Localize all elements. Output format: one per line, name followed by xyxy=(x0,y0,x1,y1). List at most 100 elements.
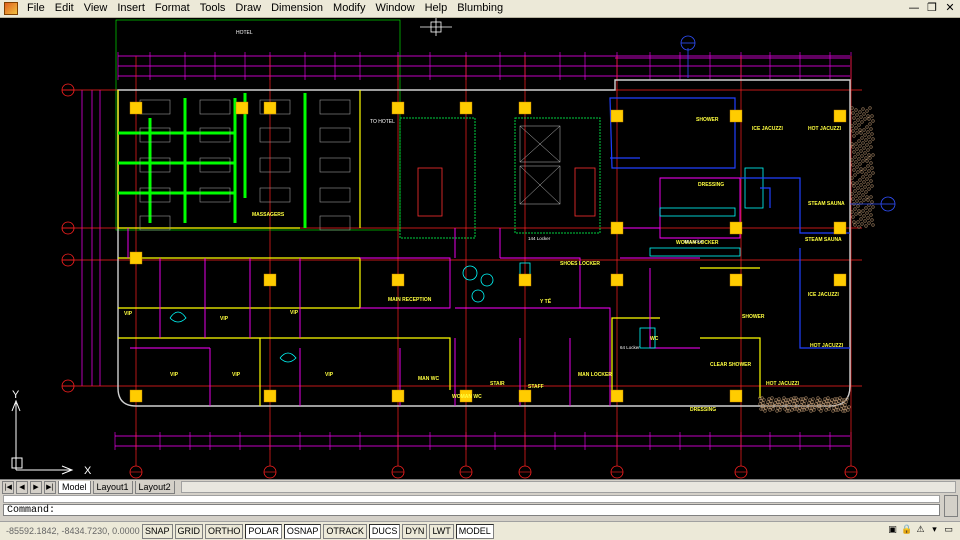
command-prompt: Command: xyxy=(7,505,56,516)
room-label: HOT JACUZZI xyxy=(810,343,844,349)
room-label: MAN LOCKER xyxy=(578,372,612,378)
horizontal-scrollbar[interactable] xyxy=(180,481,956,493)
tab-model[interactable]: Model xyxy=(58,480,91,494)
room-label: ICE JACUZZI xyxy=(752,126,783,132)
menu-insert[interactable]: Insert xyxy=(112,0,150,17)
toggle-otrack[interactable]: OTRACK xyxy=(323,523,367,539)
room-label: STAIR xyxy=(490,381,505,387)
room-label: SHOES LOCKER xyxy=(560,261,600,267)
hotel-outline xyxy=(115,19,401,231)
toggle-ortho[interactable]: ORTHO xyxy=(205,523,244,539)
room-label: VIP xyxy=(290,310,299,316)
massage-room-partitions xyxy=(118,93,307,228)
menu-bar: File Edit View Insert Format Tools Draw … xyxy=(0,0,960,18)
toggle-lwt[interactable]: LWT xyxy=(429,523,454,539)
tab-layout1[interactable]: Layout1 xyxy=(92,480,133,494)
grid-bubble-bottom xyxy=(129,465,143,479)
toggle-snap[interactable]: SNAP xyxy=(142,523,173,539)
grid-bubble-bottom xyxy=(518,465,532,479)
autocad-app-icon[interactable] xyxy=(4,2,18,15)
grid-bubble-left xyxy=(61,253,75,267)
grid-bubble-bottom xyxy=(610,465,624,479)
menu-file[interactable]: File xyxy=(22,0,50,17)
command-scrollbar[interactable] xyxy=(944,495,958,517)
hotel-label: HOTEL xyxy=(236,30,253,36)
fixtures-cyan xyxy=(169,167,764,363)
room-labels: MASSAGERS VIP VIP VIP VIP VIP VIP MAIN RECEPTIO… xyxy=(124,117,845,413)
status-bar: -85592.1842, -8434.7230, 0.0000 SNAP GRI… xyxy=(0,521,960,540)
menu-dimension[interactable]: Dimension xyxy=(266,0,328,17)
toggle-dyn[interactable]: DYN xyxy=(402,523,428,539)
top-dimensions xyxy=(118,55,850,77)
next-tab-icon[interactable]: ▶ xyxy=(30,480,42,494)
grid-bubble-bottom xyxy=(734,465,748,479)
outer-walls xyxy=(117,79,851,407)
command-window: Command: xyxy=(0,494,960,521)
toggle-model[interactable]: MODEL xyxy=(455,523,494,539)
room-label: STEAM SAUNA xyxy=(805,237,842,243)
drawing-canvas[interactable]: HOTEL MASSAGERS VIP VIP VIP VIP VIP VIP … xyxy=(0,18,960,479)
minimize-icon[interactable]: — xyxy=(908,2,920,14)
room-label: DRESSING xyxy=(690,407,716,413)
room-label: STAFF xyxy=(528,384,544,390)
menu-tools[interactable]: Tools xyxy=(195,0,231,17)
menu-format[interactable]: Format xyxy=(150,0,195,17)
close-icon[interactable]: ✕ xyxy=(944,2,956,14)
landscape-gravel xyxy=(758,106,875,413)
status-tray: ▣ 🔒 ⚠ ▾ ▭ xyxy=(887,525,954,536)
locker-note-144: 144 Locker xyxy=(528,236,551,241)
crosshair-cursor xyxy=(420,18,452,36)
first-tab-icon[interactable]: |◀ xyxy=(2,480,14,494)
room-label: Y TẾ xyxy=(540,298,552,305)
interior-walls-magenta xyxy=(127,177,741,406)
elevator-cars xyxy=(519,125,561,205)
toggle-ducs[interactable]: DUCS xyxy=(368,523,401,539)
room-label: HOT JACUZZI xyxy=(808,126,842,132)
toggle-osnap[interactable]: OSNAP xyxy=(283,523,322,539)
room-label: MASSAGERS xyxy=(252,212,285,218)
command-input[interactable]: Command: xyxy=(3,504,940,516)
lock-icon[interactable]: 🔒 xyxy=(901,525,912,536)
room-label: SHOWER xyxy=(696,117,719,123)
layout-tabs-bar: |◀ ◀ ▶ ▶| Model Layout1 Layout2 xyxy=(0,479,960,494)
menu-view[interactable]: View xyxy=(79,0,113,17)
room-label: SHOWER xyxy=(742,314,765,320)
grid-axes-vertical xyxy=(135,56,852,466)
clean-screen-icon[interactable]: ▭ xyxy=(943,525,954,536)
menu-help[interactable]: Help xyxy=(420,0,453,17)
locker-note-68: 68 Locker xyxy=(684,239,704,244)
communication-center-icon[interactable]: ▣ xyxy=(887,525,898,536)
menu-edit[interactable]: Edit xyxy=(50,0,79,17)
room-label: STEAM SAUNA xyxy=(808,201,845,207)
tray-settings-icon[interactable]: ▾ xyxy=(929,525,940,536)
tab-layout2[interactable]: Layout2 xyxy=(134,480,175,494)
menu-blumbing[interactable]: Blumbing xyxy=(452,0,508,17)
prev-tab-icon[interactable]: ◀ xyxy=(16,480,28,494)
room-label: VIP xyxy=(170,372,179,378)
structural-columns xyxy=(129,101,847,403)
toggle-polar[interactable]: POLAR xyxy=(245,523,282,539)
stair-treads xyxy=(417,167,596,217)
to-hotel-label: TO HOTEL xyxy=(370,119,395,125)
alert-icon[interactable]: ⚠ xyxy=(915,525,926,536)
grid-bubble-left xyxy=(61,83,75,97)
room-label: MAIN RECEPTION xyxy=(388,297,432,303)
restore-icon[interactable]: ❐ xyxy=(926,2,938,14)
ucs-x-label: X xyxy=(84,465,92,477)
menu-draw[interactable]: Draw xyxy=(230,0,266,17)
menu-window[interactable]: Window xyxy=(370,0,419,17)
window-controls: — ❐ ✕ xyxy=(908,2,956,14)
ucs-y-label: Y xyxy=(12,389,20,401)
toggle-grid[interactable]: GRID xyxy=(174,523,204,539)
ucs-icon xyxy=(11,399,74,475)
menu-modify[interactable]: Modify xyxy=(328,0,370,17)
grid-bubble-left xyxy=(61,221,75,235)
room-label: VIP xyxy=(220,316,229,322)
bottom-dimension-ticks xyxy=(114,432,852,450)
last-tab-icon[interactable]: ▶| xyxy=(44,480,56,494)
room-label: WC xyxy=(650,336,659,342)
floor-plan: HOTEL MASSAGERSVIPVIPVIPVIP VIP VIPMAIN … xyxy=(11,18,896,479)
coordinate-readout[interactable]: -85592.1842, -8434.7230, 0.0000 xyxy=(0,526,140,536)
grid-bubble-bottom xyxy=(459,465,473,479)
room-label: CLEAR SHOWER xyxy=(710,362,752,368)
